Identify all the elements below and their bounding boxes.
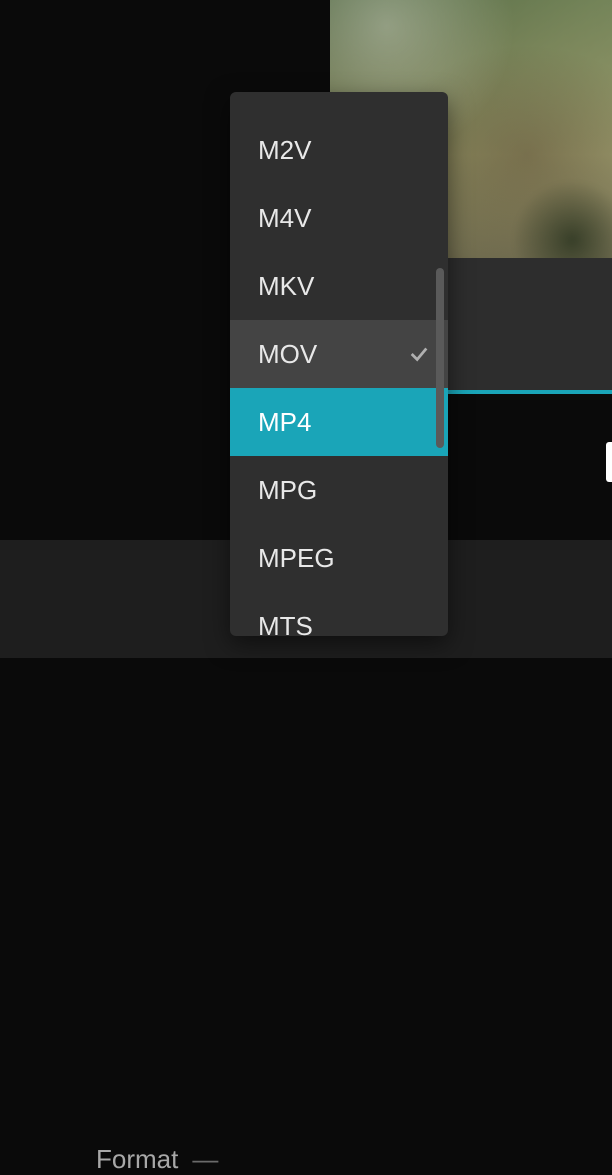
format-option-label: MOV <box>258 339 317 370</box>
dropdown-scrollbar[interactable] <box>436 268 444 448</box>
format-option-label: MPG <box>258 475 317 506</box>
format-field[interactable]: Format — <box>96 1144 218 1175</box>
side-handle[interactable] <box>606 442 612 482</box>
format-option-label: MPEG <box>258 543 335 574</box>
format-option-mpeg[interactable]: MPEG <box>230 524 448 592</box>
format-option-mpg[interactable]: MPG <box>230 456 448 524</box>
format-option-label: MP4 <box>258 407 311 438</box>
format-option-mp4[interactable]: MP4 <box>230 388 448 456</box>
format-option-mts[interactable]: MTS <box>230 592 448 636</box>
format-option-label: MTS <box>258 611 313 637</box>
check-icon <box>408 343 430 365</box>
format-label-text: Format <box>96 1144 178 1175</box>
format-option-label: M4V <box>258 203 311 234</box>
format-separator: — <box>192 1144 218 1175</box>
format-option-mkv[interactable]: MKV <box>230 252 448 320</box>
format-option-label: M2V <box>258 135 311 166</box>
format-dropdown-menu[interactable]: M2V M4V MKV MOV MP4 MPG MPEG MTS <box>230 92 448 636</box>
format-option-mov[interactable]: MOV <box>230 320 448 388</box>
format-option-m2v[interactable]: M2V <box>230 116 448 184</box>
format-option-label: MKV <box>258 271 314 302</box>
video-content-foliage <box>512 180 612 258</box>
format-option-m4v[interactable]: M4V <box>230 184 448 252</box>
